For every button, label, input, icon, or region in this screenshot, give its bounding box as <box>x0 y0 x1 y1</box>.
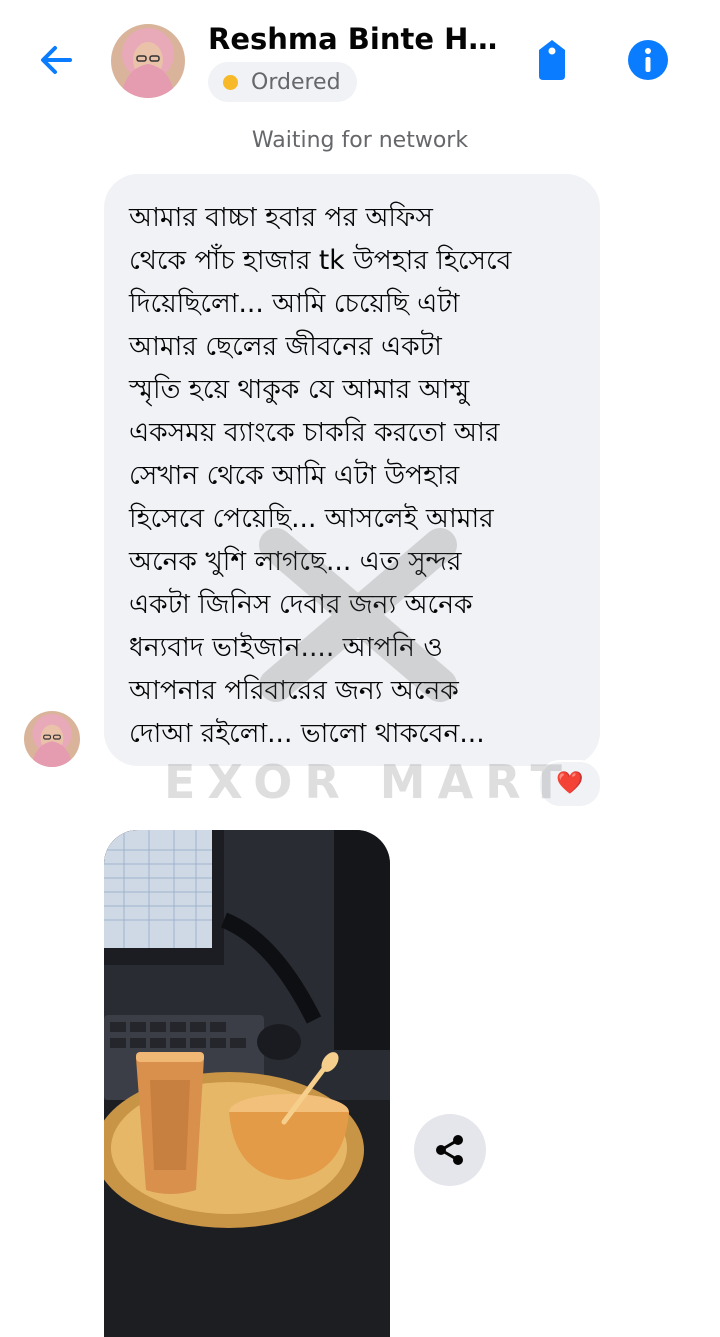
order-status-label: Ordered <box>251 69 341 95</box>
network-status: Waiting for network <box>251 128 469 153</box>
message-bubble[interactable]: আমার বাচ্চা হবার পর অফিস থেকে পাঁচ হাজার… <box>104 174 600 766</box>
info-icon <box>628 40 668 80</box>
heart-icon: ❤️ <box>556 771 584 796</box>
tag-icon <box>539 40 565 80</box>
message-text: আমার বাচ্চা হবার পর অফিস থেকে পাঁচ হাজার… <box>129 202 512 749</box>
sender-avatar[interactable] <box>24 711 80 767</box>
heart-reaction[interactable]: ❤️ <box>538 760 602 808</box>
photo-image <box>104 830 390 1337</box>
label-button[interactable] <box>528 36 576 84</box>
info-button[interactable] <box>624 36 672 84</box>
back-button[interactable] <box>30 36 82 84</box>
chat-header: Reshma Binte Haki... Ordered <box>0 0 720 118</box>
avatar[interactable] <box>111 24 185 98</box>
arrow-left-icon <box>41 46 72 74</box>
share-icon <box>436 1135 463 1165</box>
photo-attachment[interactable] <box>104 830 390 1337</box>
order-status-badge[interactable]: Ordered <box>208 62 357 102</box>
share-button[interactable] <box>414 1114 486 1186</box>
status-dot <box>223 74 238 90</box>
contact-name[interactable]: Reshma Binte Haki... <box>208 22 508 56</box>
